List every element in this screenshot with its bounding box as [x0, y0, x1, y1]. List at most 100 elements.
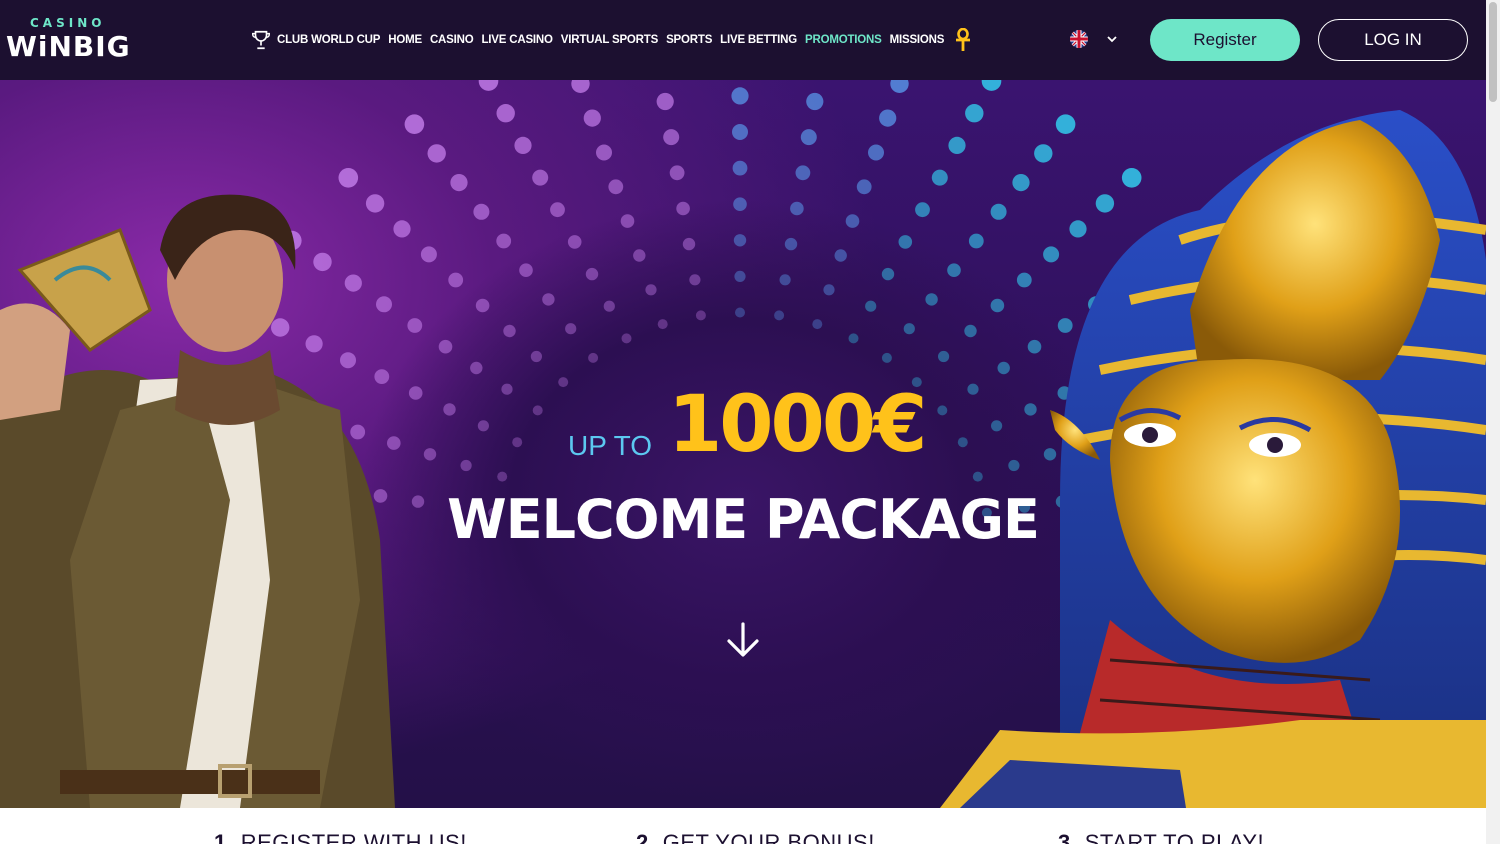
top-header: CASINO WiNBIG CLUB WORLD CUP HOME CASINO… [0, 0, 1486, 80]
nav-live-casino[interactable]: LIVE CASINO [481, 34, 552, 46]
light-dot [868, 144, 884, 161]
nav-virtual-sports[interactable]: VIRTUAL SPORTS [561, 34, 659, 46]
page: CASINO WiNBIG CLUB WORLD CUP HOME CASINO… [0, 0, 1500, 844]
light-dot [503, 324, 516, 338]
light-dot [271, 318, 290, 337]
light-dot [633, 249, 646, 262]
light-dot [313, 252, 332, 272]
light-dot [879, 109, 897, 127]
step-number: 3 [1058, 830, 1071, 844]
scrollbar-thumb[interactable] [1489, 2, 1497, 102]
light-dot [1095, 194, 1115, 213]
nav-live-betting[interactable]: LIVE BETTING [720, 34, 797, 46]
light-dot [695, 310, 706, 321]
register-button[interactable]: Register [1150, 19, 1300, 61]
light-dot [731, 87, 749, 105]
step-label: REGISTER WITH US! [240, 830, 467, 844]
light-dot [890, 80, 909, 93]
light-dot [519, 263, 533, 277]
light-dot [657, 319, 668, 330]
light-dot [376, 296, 392, 313]
light-dot [387, 436, 401, 450]
light-dot [689, 274, 701, 286]
step-number: 1 [214, 830, 227, 844]
light-dot [656, 92, 674, 111]
light-dot [608, 179, 624, 195]
light-dot [967, 383, 979, 395]
light-dot [596, 144, 612, 161]
light-dot [585, 267, 599, 281]
light-dot [898, 235, 913, 249]
light-dot [965, 104, 984, 123]
light-dot [812, 319, 823, 330]
light-dot [558, 377, 569, 388]
light-dot [997, 361, 1010, 375]
step-number: 2 [636, 830, 649, 844]
light-dot [733, 234, 747, 247]
light-dot [550, 202, 565, 218]
light-dot [470, 361, 483, 375]
light-dot [365, 194, 385, 213]
light-dot [972, 471, 983, 482]
light-dot [663, 129, 680, 146]
light-dot [948, 136, 966, 154]
light-dot [1024, 403, 1037, 416]
light-dot [514, 136, 532, 154]
light-dot [427, 144, 446, 163]
welcome-hero-banner[interactable]: UP TO 1000€ WELCOME PACKAGE [0, 80, 1486, 808]
light-dot [1057, 318, 1073, 333]
light-dot [1016, 272, 1032, 288]
light-dot [620, 214, 635, 228]
light-dot [1012, 174, 1030, 192]
light-dot [881, 352, 892, 363]
light-dot [735, 307, 745, 318]
light-dot [475, 298, 490, 313]
nav-missions[interactable]: MISSIONS [890, 34, 945, 46]
nav-promotions[interactable]: PROMOTIONS [805, 34, 882, 46]
light-dot [865, 300, 877, 312]
ankh-icon[interactable] [954, 28, 972, 52]
light-dot [733, 197, 747, 211]
page-scrollbar[interactable] [1486, 0, 1500, 844]
casino-logo[interactable]: CASINO WiNBIG [6, 14, 130, 66]
light-dot [460, 459, 472, 472]
light-dot [1069, 220, 1087, 238]
light-dot [477, 420, 489, 432]
nav-home[interactable]: HOME [388, 34, 422, 46]
light-dot [806, 92, 824, 111]
light-dot [957, 437, 968, 448]
light-dot [774, 310, 785, 321]
light-dot [732, 124, 748, 140]
trophy-icon[interactable] [250, 29, 272, 51]
light-dot [669, 165, 685, 181]
light-dot [981, 80, 1002, 91]
light-dot [423, 448, 437, 461]
light-dot [1034, 144, 1053, 163]
uk-flag-icon [1070, 30, 1088, 48]
language-selector[interactable] [1070, 30, 1118, 48]
up-to-label: UP TO [568, 430, 653, 461]
light-dot [790, 201, 804, 216]
light-dot [784, 237, 798, 251]
light-dot [473, 203, 490, 220]
light-dot [848, 333, 859, 344]
light-dot [512, 437, 523, 448]
welcome-package-title: WELCOME PACKAGE [447, 488, 1040, 551]
login-button[interactable]: LOG IN [1318, 19, 1468, 61]
pharaoh-character-image [940, 110, 1486, 808]
nav-sports[interactable]: SPORTS [666, 34, 712, 46]
light-dot [732, 160, 748, 176]
light-dot [374, 369, 390, 384]
light-dot [795, 165, 811, 181]
light-dot [1027, 339, 1042, 354]
arrow-down-icon[interactable] [724, 620, 762, 660]
nav-club-world-cup[interactable]: CLUB WORLD CUP [277, 34, 380, 46]
light-dot [305, 335, 323, 353]
light-dot [1121, 168, 1142, 188]
nav-casino[interactable]: CASINO [430, 34, 474, 46]
light-dot [450, 174, 468, 192]
light-dot [588, 352, 599, 363]
light-dot [340, 352, 356, 369]
light-dot [567, 235, 582, 249]
light-dot [1043, 246, 1060, 263]
